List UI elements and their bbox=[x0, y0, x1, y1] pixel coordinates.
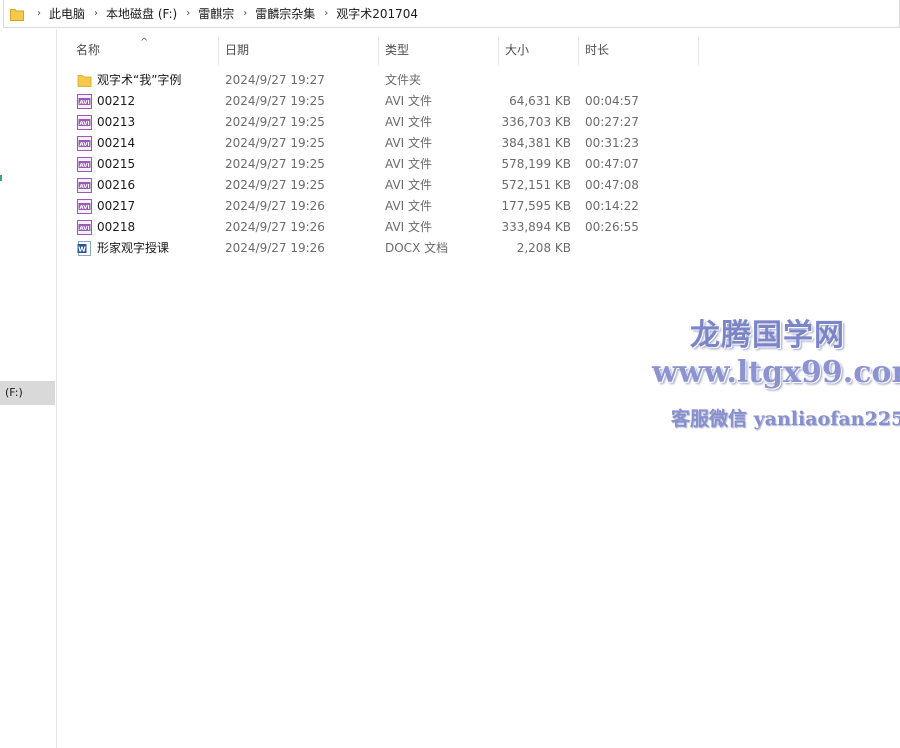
file-duration: 00:47:07 bbox=[585, 157, 639, 171]
sort-ascending-icon: ^ bbox=[140, 37, 149, 48]
breadcrumb-item[interactable]: 雷麟宗杂集 bbox=[255, 5, 315, 22]
file-name: 00217 bbox=[97, 199, 136, 213]
breadcrumb-item[interactable]: 此电脑 bbox=[49, 5, 85, 22]
file-size: 2,208 KB bbox=[516, 241, 571, 255]
watermark-contact: 客服微信 yanliaofan225 bbox=[671, 408, 900, 430]
file-type: AVI 文件 bbox=[385, 199, 433, 213]
chevron-right-icon[interactable]: › bbox=[243, 8, 247, 19]
column-header-duration[interactable]: 时长 bbox=[579, 37, 699, 65]
address-bar[interactable]: › 此电脑 › 本地磁盘 (F:) › 雷麒宗 › 雷麟宗杂集 › 观字术201704 bbox=[3, 0, 900, 28]
file-name: 00214 bbox=[97, 136, 136, 150]
file-date: 2024/9/27 19:25 bbox=[225, 94, 325, 108]
file-row[interactable]: AVI 00214 2024/9/27 19:25 AVI 文件 384,381 KB 0… bbox=[70, 133, 710, 154]
watermark-title: 龙腾国学网 bbox=[690, 318, 845, 353]
file-name: 形家观字授课 bbox=[97, 241, 170, 255]
file-row[interactable]: 观字术“我”字例 2024/9/27 19:27 文件夹 bbox=[70, 70, 710, 91]
column-header-name[interactable]: ^ 名称 bbox=[70, 37, 219, 65]
svg-text:AVI: AVI bbox=[79, 100, 89, 106]
file-row[interactable]: AVI 00216 2024/9/27 19:25 AVI 文件 572,151 KB 0… bbox=[70, 175, 710, 196]
watermark-url: www.ltgx99.com bbox=[652, 355, 900, 390]
file-type: AVI 文件 bbox=[385, 157, 433, 171]
avi-file-icon: AVI bbox=[77, 136, 92, 151]
column-header-date[interactable]: 日期 bbox=[219, 37, 379, 65]
file-duration: 00:27:27 bbox=[585, 115, 639, 129]
breadcrumb-item[interactable]: 观字术201704 bbox=[336, 5, 418, 22]
file-size: 578,199 KB bbox=[501, 157, 571, 171]
file-row[interactable]: AVI 00215 2024/9/27 19:25 AVI 文件 578,199 KB 0… bbox=[70, 154, 710, 175]
file-date: 2024/9/27 19:26 bbox=[225, 220, 325, 234]
file-size: 64,631 KB bbox=[509, 94, 571, 108]
svg-text:W: W bbox=[78, 245, 86, 253]
column-header-size-label: 大小 bbox=[505, 43, 530, 57]
file-duration: 00:47:08 bbox=[585, 178, 639, 192]
avi-file-icon: AVI bbox=[77, 115, 92, 130]
svg-text:AVI: AVI bbox=[79, 205, 89, 211]
breadcrumb-item[interactable]: 雷麒宗 bbox=[198, 5, 234, 22]
breadcrumb-item[interactable]: 本地磁盘 (F:) bbox=[106, 5, 177, 22]
file-type: AVI 文件 bbox=[385, 94, 433, 108]
chevron-right-icon[interactable]: › bbox=[37, 8, 41, 19]
file-date: 2024/9/27 19:26 bbox=[225, 241, 325, 255]
folder-icon bbox=[77, 73, 92, 88]
avi-file-icon: AVI bbox=[77, 178, 92, 193]
file-duration: 00:14:22 bbox=[585, 199, 639, 213]
file-row[interactable]: AVI 00218 2024/9/27 19:26 AVI 文件 333,894 KB 0… bbox=[70, 217, 710, 238]
file-size: 333,894 KB bbox=[501, 220, 571, 234]
file-name: 00213 bbox=[97, 115, 136, 129]
file-type: AVI 文件 bbox=[385, 178, 433, 192]
svg-text:AVI: AVI bbox=[79, 184, 89, 190]
file-date: 2024/9/27 19:25 bbox=[225, 136, 325, 150]
svg-text:AVI: AVI bbox=[79, 163, 89, 169]
breadcrumb: › 此电脑 › 本地磁盘 (F:) › 雷麒宗 › 雷麟宗杂集 › 观字术201704 bbox=[28, 5, 418, 22]
file-size: 177,595 KB bbox=[501, 199, 571, 213]
file-duration: 00:26:55 bbox=[585, 220, 639, 234]
column-header-date-label: 日期 bbox=[225, 43, 250, 57]
column-header-duration-label: 时长 bbox=[585, 43, 610, 57]
file-size: 336,703 KB bbox=[501, 115, 571, 129]
file-type: DOCX 文档 bbox=[385, 241, 449, 255]
column-header-type-label: 类型 bbox=[385, 43, 410, 57]
file-type: AVI 文件 bbox=[385, 115, 433, 129]
file-row[interactable]: AVI 00212 2024/9/27 19:25 AVI 文件 64,631 KB 00… bbox=[70, 91, 710, 112]
chevron-right-icon[interactable]: › bbox=[94, 8, 98, 19]
svg-text:AVI: AVI bbox=[79, 121, 89, 127]
file-type: AVI 文件 bbox=[385, 136, 433, 150]
docx-file-icon: W bbox=[77, 241, 92, 256]
navigation-pane[interactable]: (F:) bbox=[0, 29, 57, 748]
file-date: 2024/9/27 19:25 bbox=[225, 178, 325, 192]
avi-file-icon: AVI bbox=[77, 220, 92, 235]
chevron-right-icon[interactable]: › bbox=[186, 8, 190, 19]
file-name: 00216 bbox=[97, 178, 136, 192]
file-row[interactable]: AVI 00217 2024/9/27 19:26 AVI 文件 177,595 KB 0… bbox=[70, 196, 710, 217]
svg-text:AVI: AVI bbox=[79, 142, 89, 148]
file-date: 2024/9/27 19:25 bbox=[225, 115, 325, 129]
file-name: 00215 bbox=[97, 157, 136, 171]
file-name: 观字术“我”字例 bbox=[97, 73, 182, 87]
avi-file-icon: AVI bbox=[77, 157, 92, 172]
file-name: 00218 bbox=[97, 220, 136, 234]
file-type: AVI 文件 bbox=[385, 220, 433, 234]
file-date: 2024/9/27 19:26 bbox=[225, 199, 325, 213]
file-date: 2024/9/27 19:27 bbox=[225, 73, 325, 87]
file-size: 384,381 KB bbox=[501, 136, 571, 150]
file-date: 2024/9/27 19:25 bbox=[225, 157, 325, 171]
column-header-size[interactable]: 大小 bbox=[499, 37, 579, 65]
svg-text:AVI: AVI bbox=[79, 226, 89, 232]
nav-marker bbox=[0, 175, 2, 181]
file-duration: 00:31:23 bbox=[585, 136, 639, 150]
column-header-name-label: 名称 bbox=[76, 43, 101, 57]
avi-file-icon: AVI bbox=[77, 94, 92, 109]
file-row[interactable]: W 形家观字授课 2024/9/27 19:26 DOCX 文档 2,208 KB bbox=[70, 238, 710, 259]
file-type: 文件夹 bbox=[385, 73, 422, 87]
folder-icon bbox=[10, 8, 24, 21]
file-name: 00212 bbox=[97, 94, 136, 108]
file-row[interactable]: AVI 00213 2024/9/27 19:25 AVI 文件 336,703 KB 0… bbox=[70, 112, 710, 133]
file-size: 572,151 KB bbox=[501, 178, 571, 192]
avi-file-icon: AVI bbox=[77, 199, 92, 214]
nav-item-drive-f[interactable]: (F:) bbox=[0, 381, 55, 405]
chevron-right-icon[interactable]: › bbox=[324, 8, 328, 19]
column-header-type[interactable]: 类型 bbox=[379, 37, 499, 65]
file-duration: 00:04:57 bbox=[585, 94, 639, 108]
